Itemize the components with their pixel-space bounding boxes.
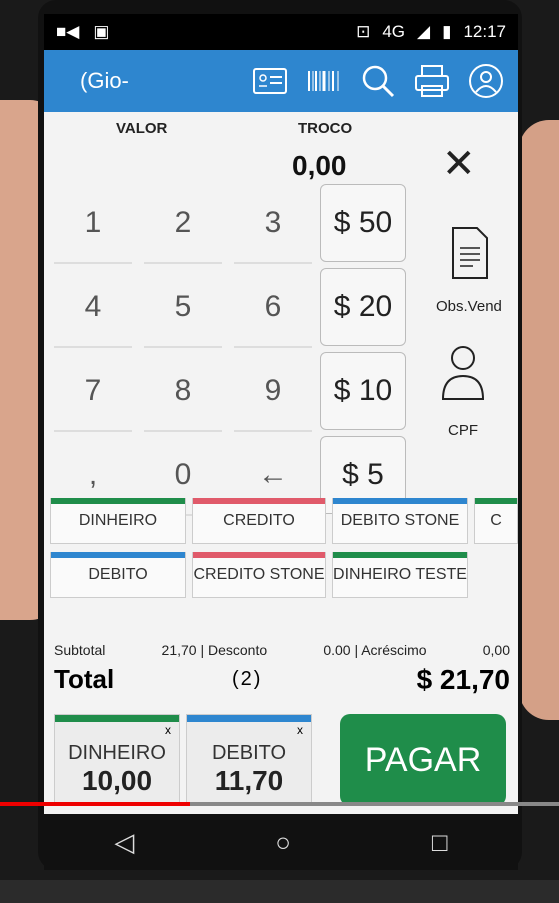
total-value: $ 21,70 <box>416 664 510 695</box>
payment-methods: DINHEIRO CREDITO DEBITO STONE C DEBITO CREDIT… <box>44 498 518 608</box>
key-3[interactable]: 4 <box>54 268 132 348</box>
valor-label: VALOR <box>116 120 168 137</box>
payment-method-label: DINHEIRO <box>78 512 158 529</box>
desconto-value: 0.00 | Acréscimo <box>323 642 427 658</box>
payment-method-label: C <box>490 512 502 529</box>
video-progress-bar[interactable] <box>0 802 559 806</box>
tab-color-bar <box>51 498 185 504</box>
key-5[interactable]: 6 <box>234 268 312 348</box>
payment-method-label: CREDITO STONE <box>193 566 325 583</box>
cast-icon: ⊡ <box>356 22 371 41</box>
barcode-icon[interactable] <box>306 65 342 97</box>
item-count: (2) <box>232 668 263 690</box>
tender-color-bar <box>55 715 179 722</box>
acrescimo-value: 0,00 <box>482 642 510 658</box>
tender-color-bar <box>187 715 311 722</box>
status-bar: ■◀ ▣ ⊡ 4G ◢ ▮ 12:17 <box>44 14 518 50</box>
android-navbar: ◁ ○ □ <box>44 814 518 870</box>
cpf-button[interactable]: CPF <box>440 344 486 439</box>
hand-right <box>519 120 559 720</box>
document-icon <box>451 227 488 279</box>
notification-icon: ▣ <box>93 22 110 41</box>
search-icon[interactable] <box>360 65 396 98</box>
troco-value: 0,00 <box>292 150 347 181</box>
tab-color-bar <box>51 552 185 558</box>
person-icon <box>441 346 485 400</box>
bottom-strip <box>0 880 559 903</box>
payment-method-tab[interactable]: C <box>474 498 518 544</box>
payment-method-tab[interactable]: DEBITO STONE <box>332 498 468 544</box>
key-2[interactable]: 3 <box>234 184 312 264</box>
money-button-1[interactable]: $ 20 <box>320 268 406 346</box>
key-7[interactable]: 8 <box>144 352 222 432</box>
payment-method-tab[interactable]: DINHEIRO TESTE <box>332 552 468 598</box>
payment-method-tab[interactable]: CREDITO <box>192 498 326 544</box>
payment-method-tab[interactable]: DINHEIRO <box>50 498 186 544</box>
tender-card[interactable]: x DINHEIRO 10,00 <box>54 714 180 804</box>
home-icon[interactable]: ○ <box>275 827 291 858</box>
video-progress-fill <box>0 802 191 806</box>
cpf-label: CPF <box>448 422 478 439</box>
camera-icon: ■◀ <box>56 22 80 41</box>
payment-method-label: DEBITO <box>88 566 148 583</box>
tender-name: DEBITO <box>211 742 287 764</box>
obs-vend-label: Obs.Vend <box>436 298 502 315</box>
app-screen: ■◀ ▣ ⊡ 4G ◢ ▮ 12:17 (Gio- VALOR TROCO 0,… <box>44 14 518 814</box>
key-6[interactable]: 7 <box>54 352 132 432</box>
tender-amount: 10,00 <box>81 765 153 796</box>
payment-method-label: CREDITO <box>223 512 295 529</box>
printer-icon[interactable] <box>414 65 450 97</box>
id-card-icon[interactable] <box>252 65 288 97</box>
payment-method-tab[interactable]: CREDITO STONE <box>192 552 326 598</box>
battery-icon: ▮ <box>442 22 452 41</box>
clock: 12:17 <box>463 22 506 41</box>
money-button-2[interactable]: $ 10 <box>320 352 406 430</box>
key-1[interactable]: 2 <box>144 184 222 264</box>
key-0[interactable]: 1 <box>54 184 132 264</box>
tender-name: DINHEIRO <box>68 742 166 764</box>
signal-icon: ◢ <box>417 22 431 41</box>
subtotal-value: 21,70 | Desconto <box>161 642 268 658</box>
payment-method-label: DEBITO STONE <box>340 512 460 529</box>
app-title[interactable]: (Gio- <box>80 68 252 94</box>
network-label: 4G <box>382 22 406 41</box>
totals-panel: Subtotal 21,70 | Desconto 0.00 | Acrésci… <box>54 642 510 704</box>
tender-card[interactable]: x DEBITO 11,70 <box>186 714 312 804</box>
subtotal-label: Subtotal <box>54 642 106 658</box>
total-label: Total <box>54 664 115 694</box>
tender-amount: 11,70 <box>214 765 284 796</box>
recent-apps-icon[interactable]: □ <box>432 827 448 858</box>
key-8[interactable]: 9 <box>234 352 312 432</box>
tab-color-bar <box>333 552 467 558</box>
pagar-button[interactable]: PAGAR <box>340 714 506 806</box>
tab-color-bar <box>193 552 325 558</box>
troco-label: TROCO <box>298 120 353 137</box>
user-icon[interactable] <box>468 64 504 98</box>
app-bar: (Gio- <box>44 50 518 112</box>
key-4[interactable]: 5 <box>144 268 222 348</box>
remove-tender-icon[interactable]: x <box>297 723 303 737</box>
payment-method-label: DINHEIRO TESTE <box>333 566 467 583</box>
back-icon[interactable]: ◁ <box>114 827 134 858</box>
tab-color-bar <box>193 498 325 504</box>
tab-color-bar <box>475 498 517 504</box>
close-icon[interactable]: ✕ <box>442 144 476 184</box>
obs-vend-button[interactable]: Obs.Vend <box>436 226 502 315</box>
remove-tender-icon[interactable]: x <box>165 723 171 737</box>
payment-method-tab[interactable]: DEBITO <box>50 552 186 598</box>
money-button-0[interactable]: $ 50 <box>320 184 406 262</box>
tab-color-bar <box>333 498 467 504</box>
